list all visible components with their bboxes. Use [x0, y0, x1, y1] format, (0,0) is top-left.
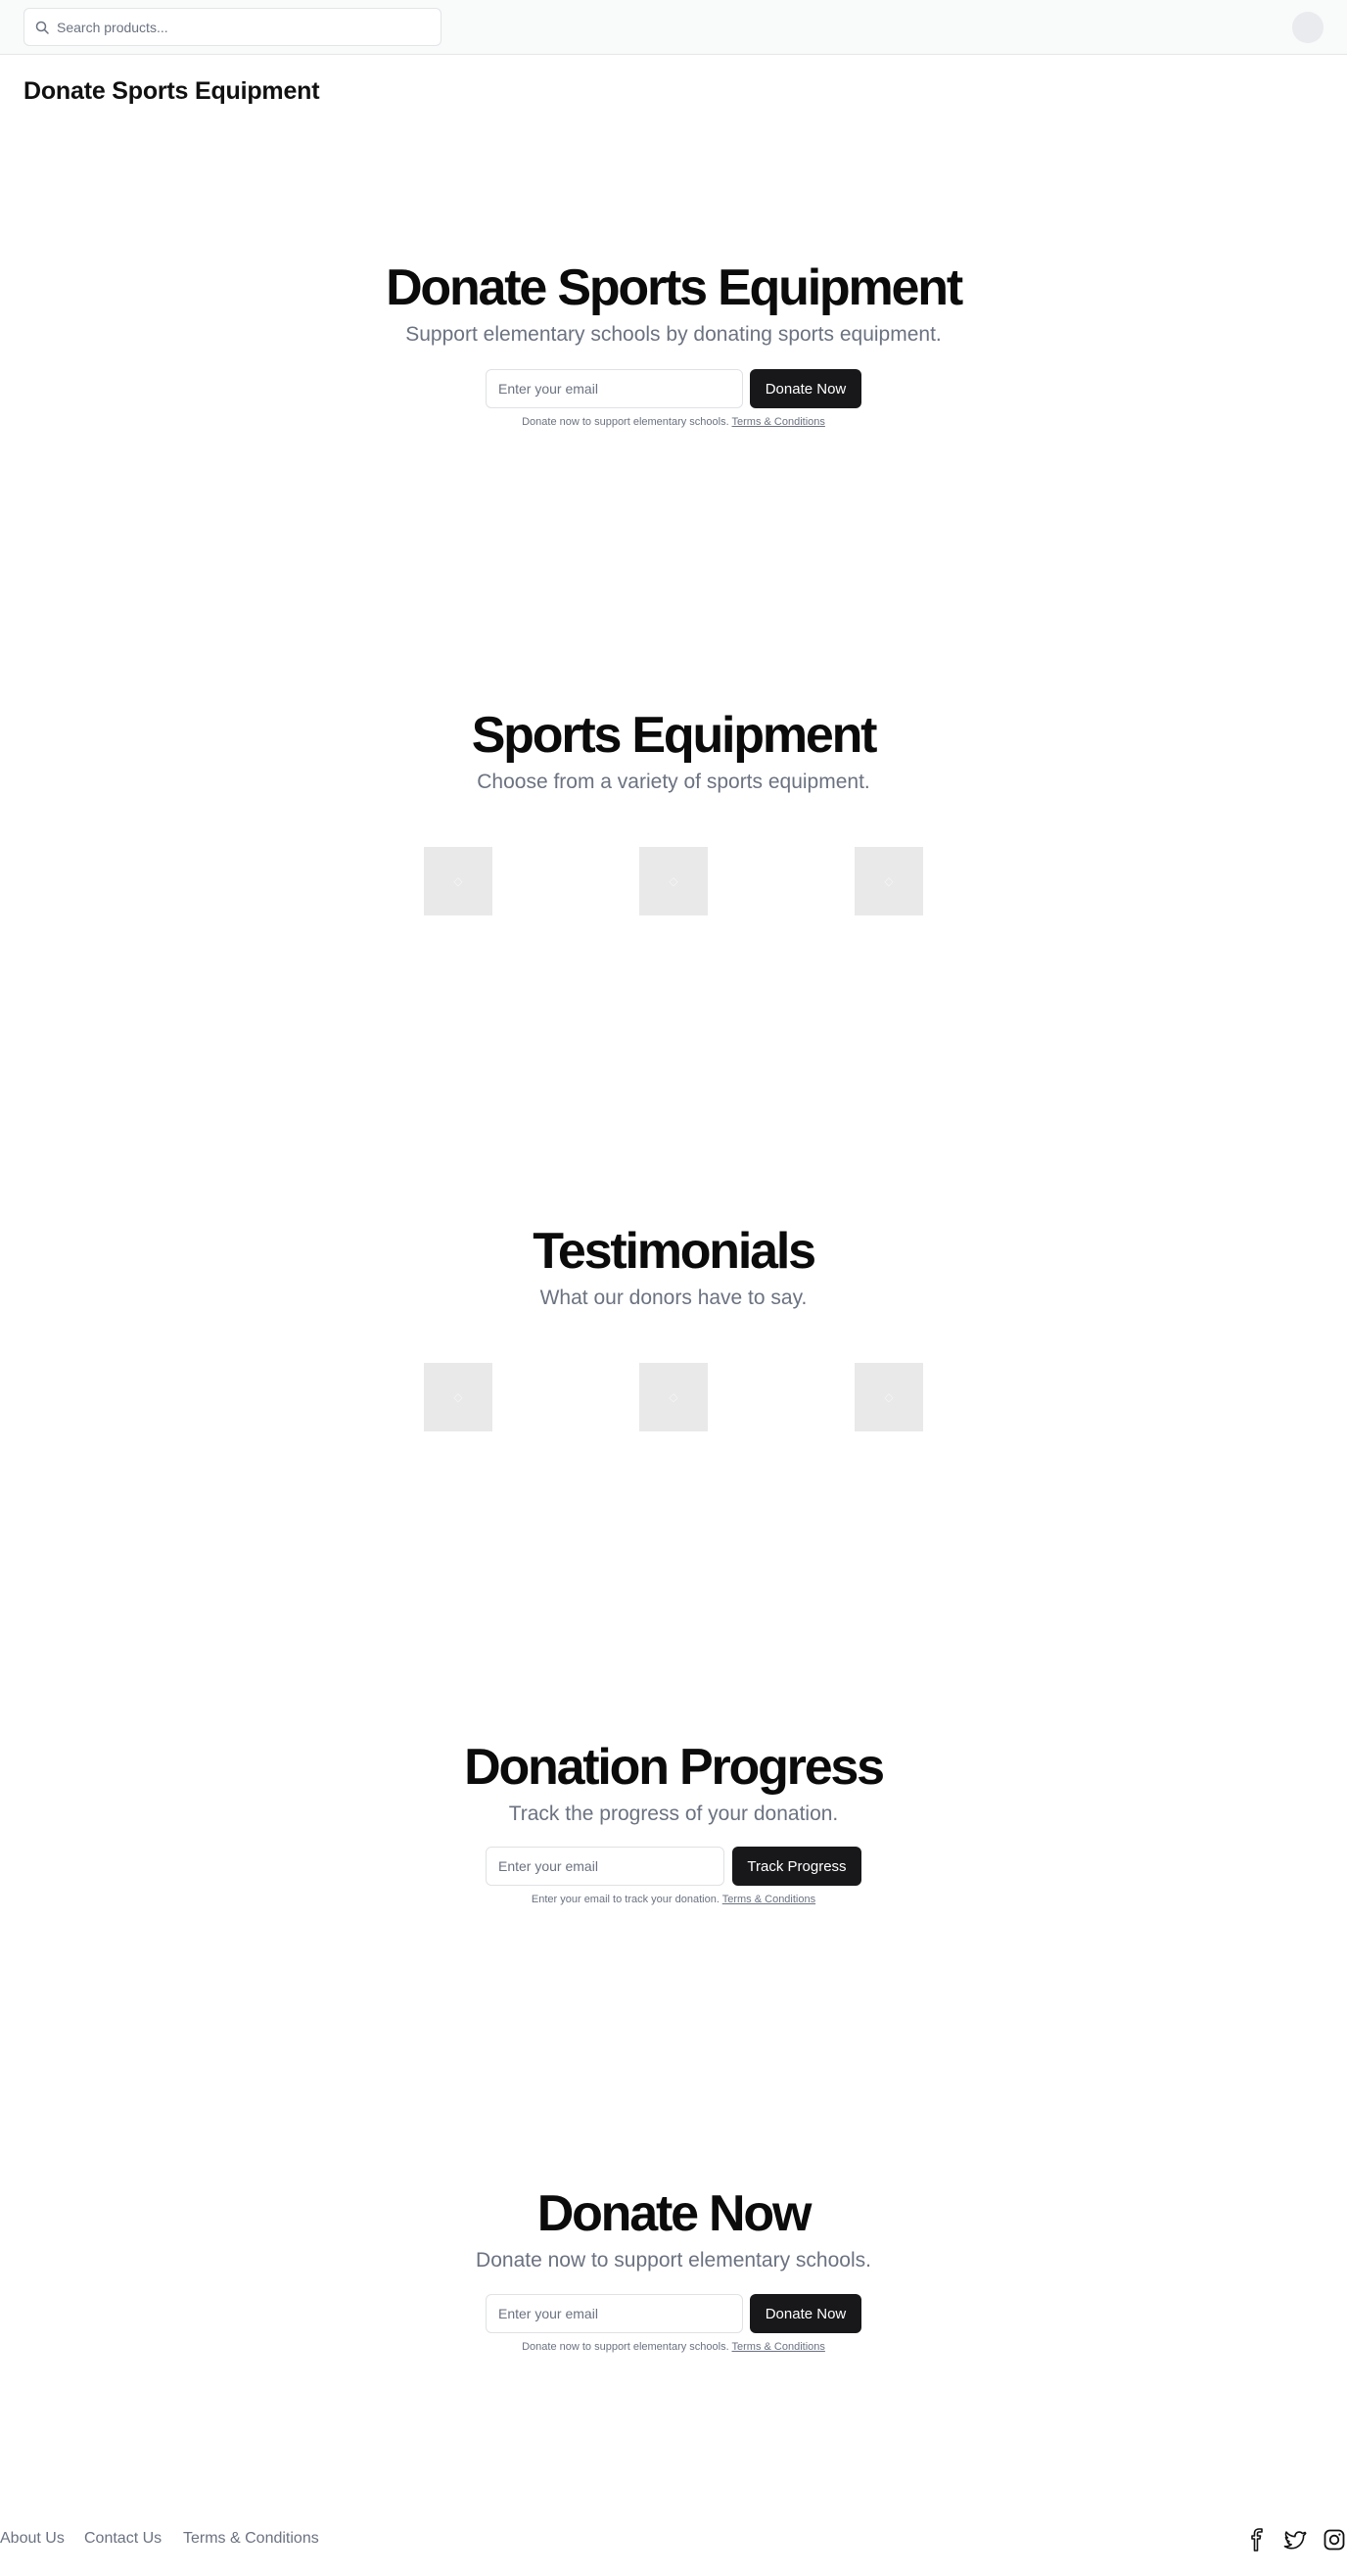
footer-link-terms[interactable]: Terms & Conditions [183, 2530, 319, 2548]
site-title: Donate Sports Equipment [23, 77, 320, 105]
image-placeholder-icon: ◇ [884, 1390, 894, 1404]
progress-section: Donation Progress Track the progress of … [0, 1738, 1347, 1828]
image-placeholder-icon: ◇ [453, 874, 463, 888]
footer-link-about[interactable]: About Us [0, 2530, 65, 2548]
equipment-image-1: ◇ [424, 847, 492, 915]
footer-link-contact[interactable]: Contact Us [84, 2530, 162, 2548]
testimonials-subtitle: What our donors have to say. [539, 1287, 808, 1309]
search-icon [35, 21, 49, 34]
search-input[interactable] [57, 17, 429, 38]
testimonial-image-3: ◇ [855, 1363, 923, 1431]
donate-note-text: Donate now to support elementary schools… [522, 2341, 729, 2353]
hero-title: Donate Sports Equipment [386, 259, 963, 316]
progress-title: Donation Progress [464, 1739, 885, 1796]
hero-note-text: Donate now to support elementary schools… [522, 416, 729, 428]
equipment-image-3: ◇ [855, 847, 923, 915]
hero-section: Donate Sports Equipment Support elementa… [0, 258, 1347, 349]
equipment-title: Sports Equipment [471, 707, 878, 764]
donate-form: Donate Now [486, 2294, 861, 2333]
donate-terms-link[interactable]: Terms & Conditions [732, 2341, 825, 2353]
image-placeholder-icon: ◇ [669, 874, 678, 888]
progress-note-text: Enter your email to track your donation. [531, 1894, 720, 1905]
image-placeholder-icon: ◇ [884, 874, 894, 888]
donate-title: Donate Now [536, 2185, 813, 2242]
testimonials-title: Testimonials [533, 1223, 816, 1280]
hero-note: Donate now to support elementary schools… [0, 416, 1347, 428]
progress-note: Enter your email to track your donation.… [0, 1894, 1347, 1905]
track-progress-button[interactable]: Track Progress [732, 1847, 861, 1886]
instagram-icon[interactable] [1323, 2528, 1346, 2552]
donate-note: Donate now to support elementary schools… [0, 2341, 1347, 2353]
equipment-section: Sports Equipment Choose from a variety o… [0, 706, 1347, 796]
progress-form: Track Progress [486, 1847, 861, 1886]
testimonial-image-1: ◇ [424, 1363, 492, 1431]
progress-terms-link[interactable]: Terms & Conditions [722, 1894, 815, 1905]
donate-email-input[interactable] [486, 2294, 743, 2333]
hero-form: Donate Now [486, 369, 861, 408]
hero-terms-link[interactable]: Terms & Conditions [732, 416, 825, 428]
equipment-image-2: ◇ [639, 847, 708, 915]
donate-section: Donate Now Donate now to support element… [0, 2184, 1347, 2274]
equipment-subtitle: Choose from a variety of sports equipmen… [477, 771, 870, 793]
twitter-icon[interactable] [1283, 2528, 1307, 2552]
testimonial-image-2: ◇ [639, 1363, 708, 1431]
image-placeholder-icon: ◇ [453, 1390, 463, 1404]
progress-email-input[interactable] [486, 1847, 724, 1886]
hero-subtitle: Support elementary schools by donating s… [405, 323, 942, 346]
progress-subtitle: Track the progress of your donation. [508, 1803, 839, 1825]
testimonials-section: Testimonials What our donors have to say… [0, 1222, 1347, 1312]
top-bar [0, 0, 1347, 55]
donate-now-button[interactable]: Donate Now [750, 2294, 861, 2333]
avatar[interactable] [1292, 12, 1324, 43]
facebook-icon[interactable] [1245, 2528, 1269, 2552]
donate-subtitle: Donate now to support elementary schools… [476, 2249, 871, 2272]
hero-donate-button[interactable]: Donate Now [750, 369, 861, 408]
hero-email-input[interactable] [486, 369, 743, 408]
image-placeholder-icon: ◇ [669, 1390, 678, 1404]
search-box[interactable] [23, 8, 441, 46]
